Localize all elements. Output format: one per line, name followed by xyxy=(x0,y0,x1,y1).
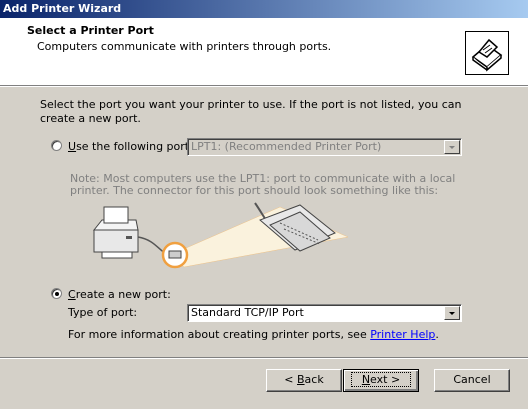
header-divider xyxy=(0,86,528,87)
create-port-label[interactable]: Create a new port: xyxy=(68,288,171,301)
more-info-text: For more information about creating prin… xyxy=(68,328,439,341)
next-button-focus: Next > xyxy=(350,372,412,387)
chevron-down-icon[interactable] xyxy=(444,140,460,154)
window-title: Add Printer Wizard xyxy=(3,2,122,15)
chevron-down-icon[interactable] xyxy=(444,306,460,320)
printer-connector-illustration xyxy=(92,202,349,269)
port-type-dropdown[interactable]: Standard TCP/IP Port xyxy=(187,304,462,322)
printer-wizard-icon xyxy=(465,31,509,75)
existing-port-dropdown[interactable]: LPT1: (Recommended Printer Port) xyxy=(187,138,462,156)
printer-icon xyxy=(92,206,139,259)
next-button[interactable]: Next > xyxy=(343,369,419,392)
title-bar[interactable]: Add Printer Wizard xyxy=(0,0,528,18)
existing-port-value: LPT1: (Recommended Printer Port) xyxy=(191,140,382,153)
cancel-button[interactable]: Cancel xyxy=(434,369,510,392)
port-type-value: Standard TCP/IP Port xyxy=(191,306,304,319)
port-type-label: Type of port: xyxy=(68,306,138,319)
printer-help-link[interactable]: Printer Help xyxy=(370,328,435,341)
back-button[interactable]: < Back xyxy=(266,369,342,392)
footer-divider-highlight xyxy=(0,358,528,359)
instruction-text: Select the port you want your printer to… xyxy=(40,98,462,125)
wizard-header: Select a Printer Port Computers communic… xyxy=(0,18,528,86)
create-port-radio[interactable] xyxy=(51,288,62,299)
page-title: Select a Printer Port xyxy=(27,24,154,37)
port-note: Note: Most computers use the LPT1: port … xyxy=(70,172,456,197)
use-port-radio[interactable] xyxy=(51,140,62,151)
page-subtitle: Computers communicate with printers thro… xyxy=(37,40,332,53)
use-port-label[interactable]: Use the following port: xyxy=(68,140,193,153)
radio-selected-dot xyxy=(55,292,59,296)
